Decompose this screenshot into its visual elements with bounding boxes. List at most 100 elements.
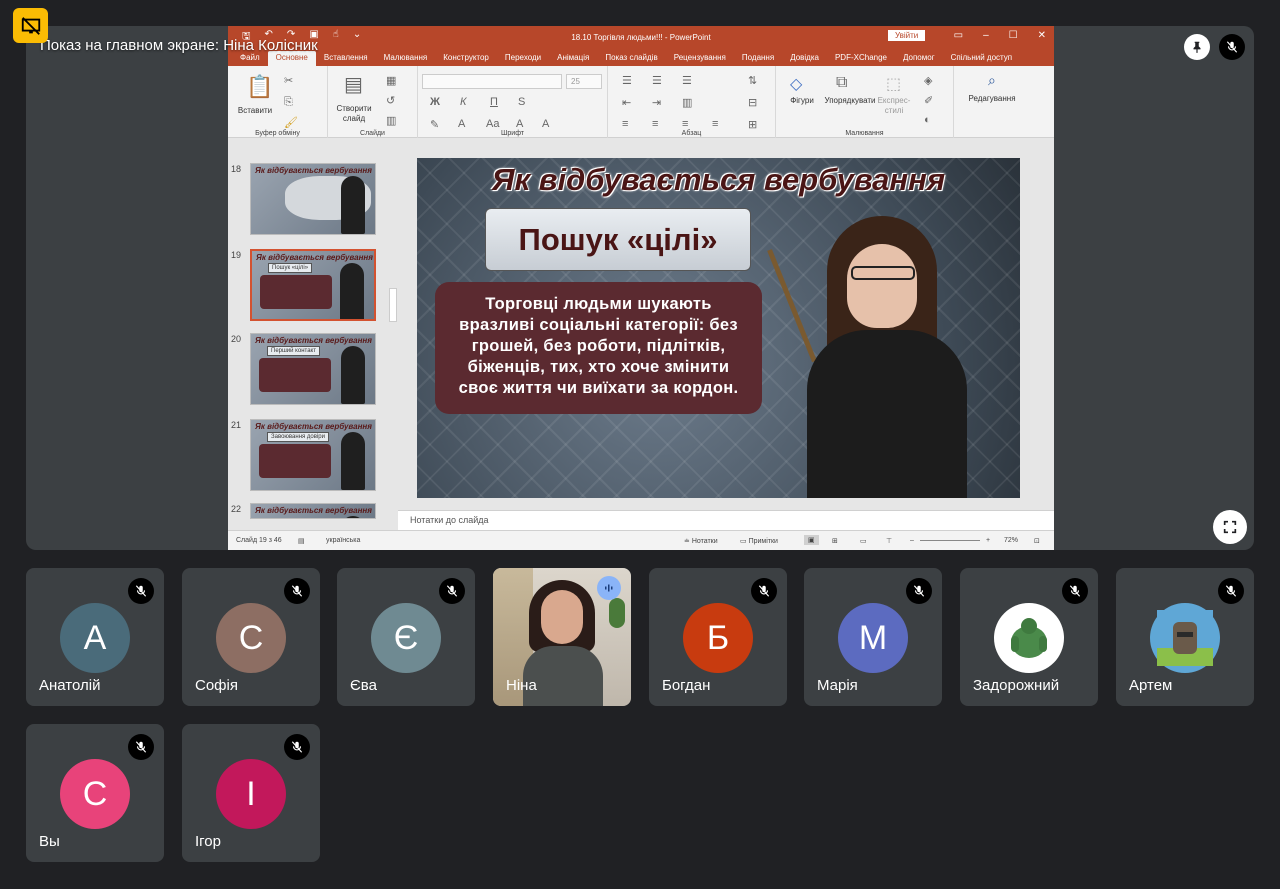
- tab-12[interactable]: Допомог: [895, 51, 943, 66]
- participant-name: Богдан: [662, 677, 711, 694]
- strike-button[interactable]: S: [518, 96, 525, 108]
- ribbon-options-icon[interactable]: ▭: [954, 30, 963, 41]
- tab-11[interactable]: PDF-XChange: [827, 51, 895, 66]
- participant-tile[interactable]: Задорожний: [960, 568, 1098, 706]
- bold-button[interactable]: Ж: [430, 96, 440, 108]
- numbering-icon[interactable]: ☰: [652, 74, 662, 87]
- slide-thumbnail[interactable]: Як відбувається вербування Завоювання дов…: [250, 419, 376, 491]
- new-slide-icon[interactable]: ▤: [344, 72, 363, 97]
- slide-thumbnail[interactable]: Як відбувається вербування Перший контакт: [250, 333, 376, 405]
- presentation-off-icon[interactable]: [13, 8, 48, 43]
- participant-tile[interactable]: С Вы: [26, 724, 164, 862]
- minimize-icon[interactable]: –: [983, 30, 989, 41]
- tab-13[interactable]: Спільний доступ: [943, 51, 1021, 66]
- tab-2[interactable]: Вставлення: [316, 51, 376, 66]
- pin-icon[interactable]: [1184, 34, 1210, 60]
- group-name: Абзац: [681, 130, 702, 137]
- thumbnail-subtitle: Завоювання довіри: [267, 432, 329, 442]
- fit-slide-icon[interactable]: ⊡: [1034, 537, 1040, 545]
- bullets-icon[interactable]: ☰: [622, 74, 632, 87]
- shapes-button[interactable]: Фігури: [780, 96, 824, 106]
- avatar: Є: [371, 603, 441, 673]
- line-spacing-icon[interactable]: ☰: [682, 74, 692, 87]
- spellcheck-icon[interactable]: ▤: [298, 537, 305, 545]
- paste-button[interactable]: Вставити: [236, 106, 274, 116]
- tab-9[interactable]: Подання: [734, 51, 782, 66]
- zoom-slider[interactable]: [920, 540, 980, 541]
- italic-button[interactable]: К: [460, 96, 466, 108]
- arrange-icon[interactable]: ⧉: [836, 74, 847, 92]
- font-name-field[interactable]: [422, 74, 562, 89]
- tab-4[interactable]: Конструктор: [435, 51, 497, 66]
- align-text-icon[interactable]: ⊟: [748, 96, 757, 109]
- shape-effects-icon[interactable]: ◐: [924, 114, 931, 126]
- participant-tile[interactable]: Б Богдан: [649, 568, 787, 706]
- current-slide[interactable]: Як відбувається вербування Пошук «цілі» …: [417, 158, 1020, 498]
- participant-tile[interactable]: Ніна: [493, 568, 631, 706]
- participant-tile[interactable]: Артем: [1116, 568, 1254, 706]
- tab-7[interactable]: Показ слайдів: [597, 51, 665, 66]
- tab-5[interactable]: Переходи: [497, 51, 549, 66]
- text-direction-icon[interactable]: ⇅: [748, 74, 757, 87]
- editing-button[interactable]: Редагування: [962, 94, 1022, 104]
- participant-tile[interactable]: Є Єва: [337, 568, 475, 706]
- comments-toggle[interactable]: ▭ Примітки: [740, 537, 778, 545]
- close-icon[interactable]: ✕: [1038, 30, 1046, 41]
- tab-10[interactable]: Довідка: [782, 51, 827, 66]
- copy-icon[interactable]: ⎘: [284, 96, 293, 109]
- participant-tile[interactable]: М Марія: [804, 568, 942, 706]
- fullscreen-icon[interactable]: [1213, 510, 1247, 544]
- align-center-icon[interactable]: ≡: [652, 118, 658, 130]
- zoom-out-icon[interactable]: –: [910, 537, 914, 544]
- quick-styles-icon[interactable]: ⬚: [886, 74, 901, 94]
- participant-tile[interactable]: С Софія: [182, 568, 320, 706]
- layout-icon[interactable]: ▦: [386, 74, 396, 87]
- notes-pane[interactable]: Нотатки до слайда: [398, 510, 1054, 530]
- section-icon[interactable]: ▥: [386, 114, 396, 127]
- shrink-font-icon[interactable]: A: [542, 118, 549, 130]
- thumbnails-scrollbar[interactable]: [389, 288, 397, 322]
- slide-thumbnail[interactable]: Як відбувається вербування: [250, 163, 376, 235]
- decrease-indent-icon[interactable]: ⇤: [622, 96, 631, 109]
- paste-icon[interactable]: 📋: [246, 74, 273, 100]
- align-right-icon[interactable]: ≡: [682, 118, 688, 130]
- avatar: І: [216, 759, 286, 829]
- maximize-icon[interactable]: ☐: [1009, 30, 1018, 41]
- cut-icon[interactable]: ✂: [284, 74, 293, 87]
- quick-styles-button[interactable]: Експрес-стилі: [874, 96, 914, 116]
- grow-font-icon[interactable]: A: [516, 118, 523, 130]
- shape-fill-icon[interactable]: ◈: [924, 74, 932, 87]
- avatar: С: [60, 759, 130, 829]
- participant-tile[interactable]: І Ігор: [182, 724, 320, 862]
- tab-6[interactable]: Анімація: [549, 51, 597, 66]
- find-icon[interactable]: ⌕: [988, 72, 996, 89]
- sorter-view-icon[interactable]: ⊞: [832, 537, 838, 545]
- notes-toggle[interactable]: ≐ Нотатки: [684, 537, 718, 545]
- signin-button[interactable]: Увійти: [888, 30, 926, 41]
- zoom-in-icon[interactable]: +: [986, 537, 990, 544]
- format-painter-icon[interactable]: 🖌: [284, 116, 298, 129]
- new-slide-button[interactable]: Створити слайд: [334, 104, 374, 124]
- font-size-field[interactable]: 25: [566, 74, 602, 89]
- avatar: С: [216, 603, 286, 673]
- font-color-icon[interactable]: A: [458, 118, 465, 130]
- tab-8[interactable]: Рецензування: [666, 51, 734, 66]
- reset-icon[interactable]: ↺: [386, 94, 395, 107]
- columns-icon[interactable]: ▥: [682, 96, 692, 109]
- normal-view-icon[interactable]: ▣: [804, 535, 819, 545]
- change-case-icon[interactable]: Aa: [486, 118, 499, 130]
- shapes-icon[interactable]: ◇: [790, 74, 802, 94]
- arrange-button[interactable]: Упорядкувати: [820, 96, 880, 106]
- participant-name: Анатолій: [39, 677, 101, 694]
- slide-thumbnail[interactable]: Як відбувається вербування: [250, 503, 376, 519]
- slideshow-view-icon[interactable]: ⊤: [886, 537, 892, 545]
- align-left-icon[interactable]: ≡: [622, 118, 628, 130]
- reading-view-icon[interactable]: ▭: [860, 537, 867, 545]
- shape-outline-icon[interactable]: ✐: [924, 94, 933, 107]
- justify-icon[interactable]: ≡: [712, 118, 718, 130]
- increase-indent-icon[interactable]: ⇥: [652, 96, 661, 109]
- tab-3[interactable]: Малювання: [376, 51, 436, 66]
- slide-thumbnail[interactable]: Як відбувається вербування Пошук «цілі»: [250, 249, 376, 321]
- participant-tile[interactable]: А Анатолій: [26, 568, 164, 706]
- underline-button[interactable]: П: [490, 96, 498, 108]
